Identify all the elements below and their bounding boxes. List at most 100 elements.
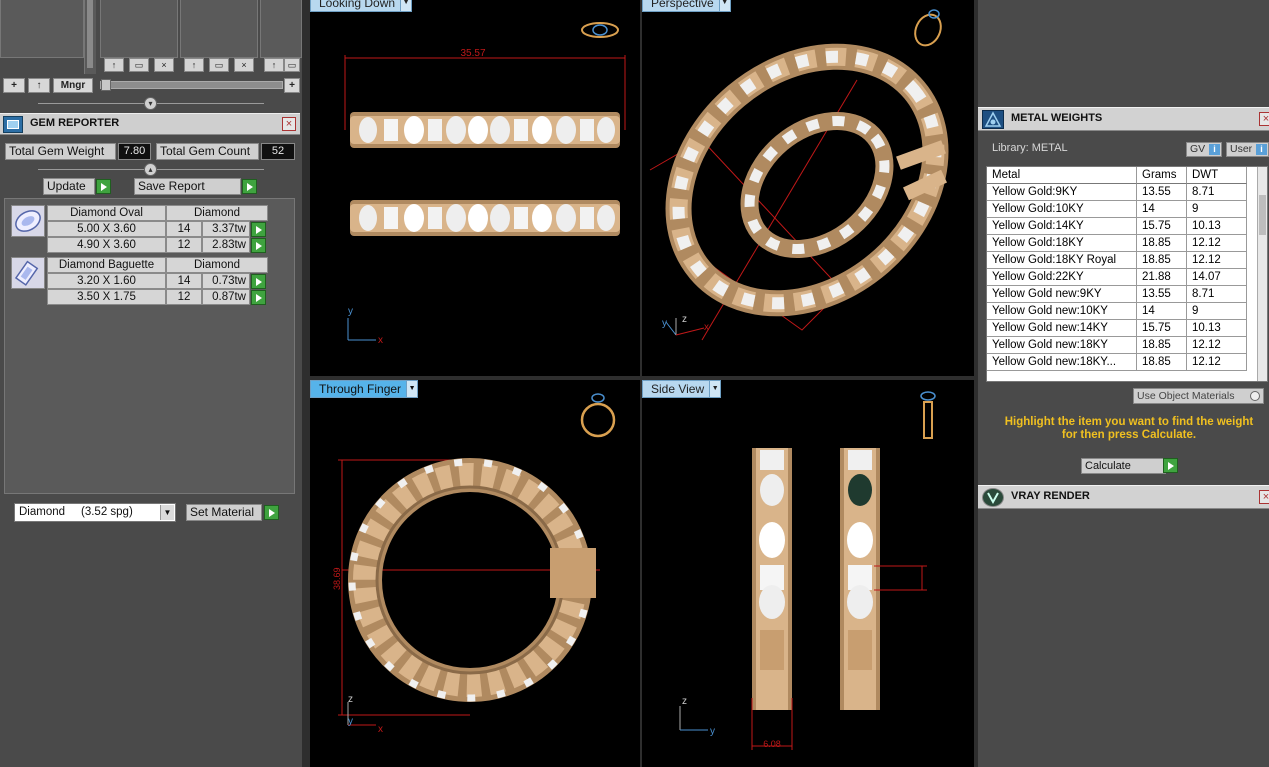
close-icon[interactable]: × (1259, 490, 1269, 504)
baguette-diamond-icon (11, 257, 45, 289)
chevron-down-icon[interactable]: ▼ (709, 381, 721, 397)
info-icon[interactable]: i (1209, 144, 1220, 155)
swatch-save-icon[interactable]: ▭ (209, 58, 229, 72)
metal-weights-title: METAL WEIGHTS (1011, 112, 1103, 124)
column-header-dwt[interactable]: DWT (1187, 167, 1247, 184)
collapse-knob-icon[interactable]: ▾ (144, 97, 157, 110)
swatch-scrollbar[interactable] (84, 0, 96, 74)
viewport-side-view[interactable]: Side View ▼ 6.08 z y (642, 380, 974, 767)
dwt-value: 9 (1187, 303, 1247, 320)
table-row[interactable]: Yellow Gold:10KY 14 9 (987, 201, 1259, 218)
swatch-save-icon[interactable]: ▭ (284, 58, 300, 72)
swatch-slot[interactable] (180, 0, 258, 58)
gem-weight: 3.37tw (202, 221, 250, 237)
metal-name: Yellow Gold new:10KY (987, 303, 1137, 320)
set-material-go-icon[interactable] (264, 505, 279, 520)
grams-value: 18.85 (1137, 235, 1187, 252)
table-row[interactable]: Yellow Gold:18KY Royal 18.85 12.12 (987, 252, 1259, 269)
swatch-close-icon[interactable]: × (154, 58, 174, 72)
save-report-button[interactable]: Save Report (134, 178, 241, 195)
metal-name: Yellow Gold new:9KY (987, 286, 1137, 303)
user-button[interactable]: User i (1226, 142, 1269, 157)
select-gems-go-icon[interactable] (251, 274, 266, 289)
column-header-grams[interactable]: Grams (1137, 167, 1187, 184)
manager-button[interactable]: Mngr (53, 78, 93, 93)
tab-side-view[interactable]: Side View ▼ (642, 380, 722, 398)
viewport-through-finger[interactable]: Through Finger ▼ 38.69 z y x (310, 380, 640, 767)
table-scrollbar[interactable] (1257, 167, 1267, 381)
swatch-save-icon[interactable]: ▭ (129, 58, 149, 72)
viewport-label: Looking Down (319, 0, 396, 10)
table-row[interactable]: Yellow Gold new:14KY 15.75 10.13 (987, 320, 1259, 337)
metal-name: Yellow Gold new:14KY (987, 320, 1137, 337)
radio-icon[interactable] (1250, 391, 1260, 401)
update-button[interactable]: Update (43, 178, 95, 195)
use-object-materials-label: Use Object Materials (1137, 390, 1235, 402)
user-label: User (1230, 143, 1253, 155)
view-gizmo-icon (580, 393, 616, 438)
save-report-go-icon[interactable] (242, 179, 257, 194)
table-row[interactable]: Yellow Gold:18KY 18.85 12.12 (987, 235, 1259, 252)
grams-value: 13.55 (1137, 184, 1187, 201)
gem-reporter-header: GEM REPORTER × (0, 113, 300, 135)
close-icon[interactable]: × (1259, 112, 1269, 126)
tab-looking-down[interactable]: Looking Down ▼ (310, 0, 413, 12)
set-material-button[interactable]: Set Material (186, 504, 262, 521)
table-row[interactable]: Yellow Gold:14KY 15.75 10.13 (987, 218, 1259, 235)
table-row[interactable]: Yellow Gold new:18KY... 18.85 12.12 (987, 354, 1259, 371)
chevron-down-icon[interactable]: ▼ (160, 505, 174, 520)
swatch-close-icon[interactable]: × (234, 58, 254, 72)
swatch-up-icon[interactable]: ↑ (104, 58, 124, 72)
collapse-knob-icon[interactable]: ▴ (144, 163, 157, 176)
swatch-up-icon[interactable]: ↑ (264, 58, 284, 72)
tab-through-finger[interactable]: Through Finger ▼ (310, 380, 419, 398)
column-header-metal[interactable]: Metal (987, 167, 1137, 184)
viewport-perspective[interactable]: Perspective ▼ y z x (642, 0, 974, 376)
size-slider[interactable] (100, 79, 283, 91)
viewport-label: Side View (651, 382, 705, 396)
gem-count: 12 (166, 289, 202, 305)
calculate-go-icon[interactable] (1163, 458, 1178, 473)
swatch-slot[interactable] (0, 0, 84, 58)
zoom-plus-button[interactable]: + (284, 78, 300, 93)
table-row[interactable]: Yellow Gold new:10KY 14 9 (987, 303, 1259, 320)
scrollbar-thumb[interactable] (1259, 195, 1266, 235)
grams-value: 18.85 (1137, 252, 1187, 269)
tab-perspective[interactable]: Perspective ▼ (642, 0, 731, 12)
add-button[interactable]: + (3, 78, 25, 93)
table-row[interactable]: Yellow Gold new:18KY 18.85 12.12 (987, 337, 1259, 354)
swatch-slot[interactable] (260, 0, 302, 58)
calculate-button[interactable]: Calculate (1081, 458, 1166, 474)
dwt-value: 12.12 (1187, 252, 1247, 269)
dimension-label: 38.69 (332, 567, 342, 590)
update-go-icon[interactable] (96, 179, 111, 194)
material-select[interactable]: Diamond (3.52 spg) ▼ (14, 503, 176, 522)
looking-down-render: 35.57 y x (344, 22, 626, 346)
viewport-looking-down[interactable]: Looking Down ▼ 35.57 y x (310, 0, 640, 376)
ring-side-right (840, 448, 880, 710)
info-icon[interactable]: i (1256, 144, 1267, 155)
slider-thumb[interactable] (101, 79, 111, 91)
chevron-down-icon[interactable]: ▼ (718, 0, 730, 11)
metal-weights-header: METAL WEIGHTS × (978, 107, 1269, 131)
table-row-partial[interactable] (987, 371, 1259, 377)
chevron-down-icon[interactable]: ▼ (400, 0, 412, 11)
select-gems-go-icon[interactable] (251, 290, 266, 305)
gv-button[interactable]: GV i (1186, 142, 1222, 157)
swatch-up-icon[interactable]: ↑ (184, 58, 204, 72)
move-up-button[interactable]: ↑ (28, 78, 50, 93)
metal-weights-icon (982, 110, 1004, 129)
close-icon[interactable]: × (282, 117, 296, 131)
vray-render-title: VRAY RENDER (1011, 490, 1090, 502)
grams-value: 21.88 (1137, 269, 1187, 286)
chevron-down-icon[interactable]: ▼ (406, 381, 418, 397)
dwt-value: 8.71 (1187, 184, 1247, 201)
table-row[interactable]: Yellow Gold:9KY 13.55 8.71 (987, 184, 1259, 201)
axis-z-label: z (682, 314, 687, 325)
select-gems-go-icon[interactable] (251, 238, 266, 253)
table-row[interactable]: Yellow Gold new:9KY 13.55 8.71 (987, 286, 1259, 303)
swatch-slot[interactable] (100, 0, 178, 58)
select-gems-go-icon[interactable] (251, 222, 266, 237)
use-object-materials-toggle[interactable]: Use Object Materials (1133, 388, 1264, 404)
table-row[interactable]: Yellow Gold:22KY 21.88 14.07 (987, 269, 1259, 286)
